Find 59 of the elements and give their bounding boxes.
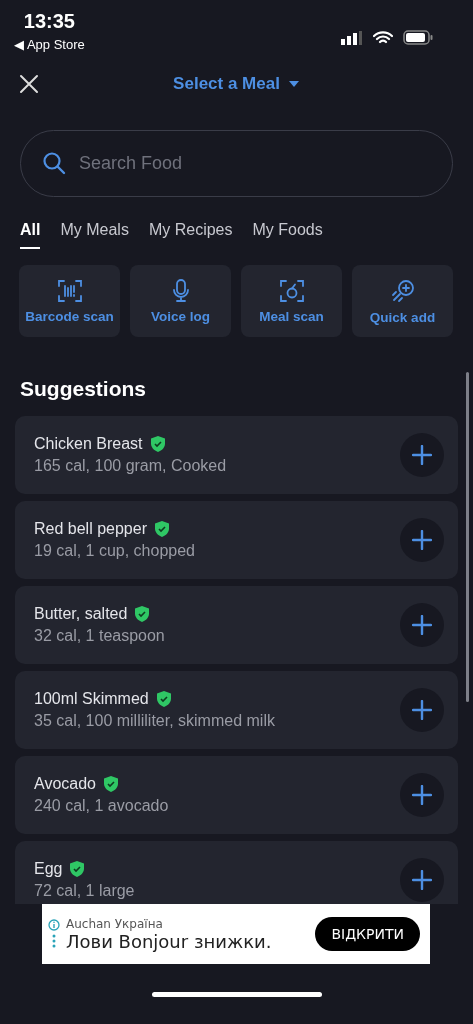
search-field[interactable]: Search Food (20, 130, 453, 197)
food-card[interactable]: Butter, salted 32 cal, 1 teaspoon (15, 586, 458, 664)
add-button[interactable] (400, 433, 444, 477)
ad-info-icon (48, 919, 60, 949)
close-button[interactable] (18, 73, 40, 95)
search-icon (42, 151, 66, 175)
add-button[interactable] (400, 603, 444, 647)
plus-icon (412, 785, 432, 805)
food-detail: 19 cal, 1 cup, chopped (34, 542, 196, 560)
quick-action-button[interactable]: Meal scan (241, 265, 342, 337)
signal-icon (341, 30, 363, 45)
back-to-app-link[interactable]: ◀ App Store (14, 37, 85, 52)
filter-tab[interactable]: My Recipes (148, 219, 233, 249)
ad-open-button[interactable]: ВІДКРИТИ (315, 917, 420, 951)
plus-icon (412, 445, 432, 465)
scan-frame-icon (278, 278, 305, 303)
microphone-icon (170, 278, 191, 303)
food-name: Red bell pepper (34, 520, 147, 538)
quick-action-button[interactable]: Voice log (130, 265, 231, 337)
ad-advertiser: Auchan Україна (66, 916, 164, 931)
food-detail: 72 cal, 1 large (34, 882, 136, 900)
plus-icon (412, 530, 432, 550)
plus-icon (412, 700, 432, 720)
food-detail: 240 cal, 1 avocado (34, 797, 170, 815)
status-time: 13:35 (23, 10, 75, 33)
filter-tab[interactable]: My Meals (60, 219, 129, 249)
food-detail: 35 cal, 100 milliliter, skimmed milk (34, 712, 276, 730)
wifi-icon (373, 30, 393, 45)
food-detail: 32 cal, 1 teaspoon (34, 627, 166, 645)
food-name: Avocado (34, 775, 96, 793)
section-title: Suggestions (20, 377, 147, 402)
meal-selector[interactable]: Select a Meal (173, 74, 300, 94)
ad-headline: Лови Bonjour знижки. (66, 930, 273, 952)
food-name: Egg (34, 860, 63, 878)
food-card[interactable]: Red bell pepper 19 cal, 1 cup, chopped (15, 501, 458, 579)
food-card[interactable]: 100ml Skimmed 35 cal, 100 milliliter, skimmed milk (15, 671, 458, 749)
ad-banner[interactable]: Auchan Україна Лови Bonjour знижки. ВІДКРИТИ (42, 904, 430, 964)
filter-tab[interactable]: All (20, 219, 41, 249)
close-icon (18, 73, 40, 95)
quick-action-button[interactable]: Barcode scan (19, 265, 120, 337)
plus-icon (412, 870, 432, 890)
food-name: 100ml Skimmed (34, 690, 149, 708)
food-detail: 165 cal, 100 gram, Cooked (34, 457, 228, 475)
add-button[interactable] (400, 688, 444, 732)
battery-icon (403, 30, 433, 45)
barcode-icon (56, 278, 83, 303)
food-card[interactable]: Chicken Breast 165 cal, 100 gram, Cooked (15, 416, 458, 494)
plus-icon (412, 615, 432, 635)
food-name: Butter, salted (34, 605, 128, 623)
food-name: Chicken Breast (34, 435, 143, 453)
caret-icon (287, 80, 300, 88)
food-card[interactable]: Avocado 240 cal, 1 avocado (15, 756, 458, 834)
add-button[interactable] (400, 858, 444, 902)
magnifier-plus-icon (389, 277, 416, 304)
quick-action-button[interactable]: Quick add (352, 265, 453, 337)
filter-tab[interactable]: My Foods (252, 219, 323, 249)
add-button[interactable] (400, 773, 444, 817)
add-button[interactable] (400, 518, 444, 562)
food-card[interactable]: Egg 72 cal, 1 large (15, 841, 458, 904)
